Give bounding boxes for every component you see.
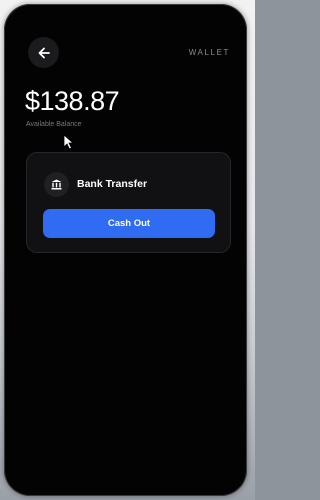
back-button[interactable] — [28, 37, 59, 68]
bank-icon — [44, 172, 69, 197]
page-section-label: WALLET — [188, 48, 230, 57]
arrow-left-icon — [38, 47, 50, 58]
balance-amount: $138.87 — [25, 86, 120, 116]
phone-screen: WALLET $138.87 Available Balance Bank Tr… — [4, 4, 247, 496]
balance-caption: Available Balance — [26, 121, 82, 128]
mouse-cursor-icon — [63, 134, 74, 150]
cash-out-button[interactable]: Cash Out — [43, 209, 215, 238]
payout-method-label: Bank Transfer — [77, 178, 148, 190]
payout-card: Bank Transfer Cash Out — [26, 152, 231, 253]
